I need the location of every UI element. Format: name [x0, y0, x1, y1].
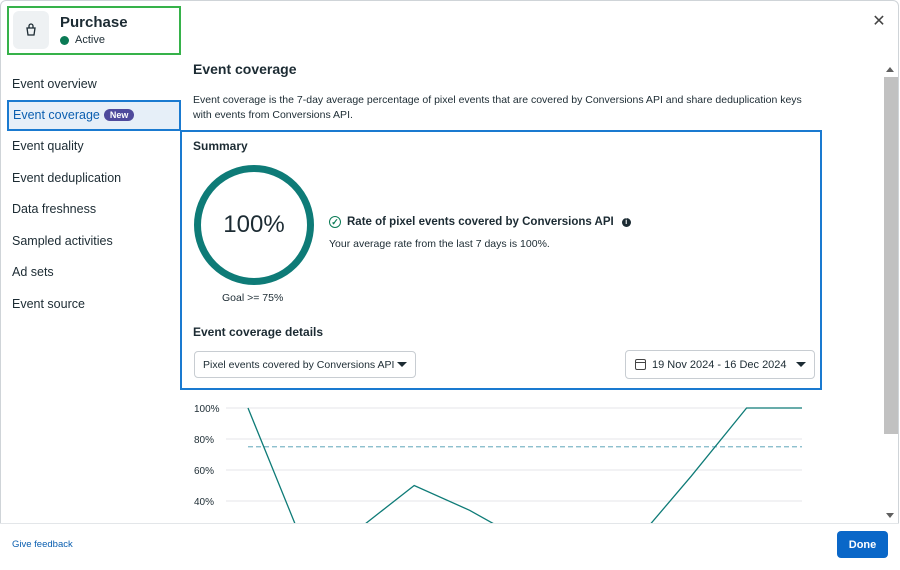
new-badge: New: [103, 109, 135, 121]
sidebar-nav: Event overview Event coverage New Event q…: [0, 68, 183, 320]
event-name: Purchase: [60, 14, 128, 31]
metric-dropdown-value: Pixel events covered by Conversions API: [203, 358, 395, 371]
sidebar-item-event-source[interactable]: Event source: [0, 288, 183, 320]
rate-description: Your average rate from the last 7 days i…: [329, 238, 550, 250]
dialog-footer: [0, 523, 899, 570]
caret-down-icon: [397, 362, 407, 367]
coverage-series-line: [247, 407, 802, 524]
give-feedback-link[interactable]: Give feedback: [12, 539, 73, 550]
rate-title: Rate of pixel events covered by Conversi…: [347, 216, 614, 228]
calendar-icon: [635, 359, 646, 370]
shopping-bag-icon: [13, 11, 49, 49]
rate-heading: ✓ Rate of pixel events covered by Conver…: [329, 216, 631, 228]
sidebar-item-label: Event source: [12, 296, 85, 311]
sidebar-item-label: Event quality: [12, 139, 84, 154]
summary-title: Summary: [193, 139, 248, 153]
coverage-value: 100%: [223, 211, 285, 238]
coverage-ring: 100%: [194, 165, 314, 285]
sidebar-item-label: Data freshness: [12, 202, 97, 217]
page-description: Event coverage is the 7-day average perc…: [193, 94, 802, 121]
caret-down-icon: [796, 362, 806, 367]
sidebar-item-event-overview[interactable]: Event overview: [0, 68, 183, 100]
goal-label: Goal >= 75%: [222, 292, 284, 304]
close-icon[interactable]: ✕: [870, 12, 888, 30]
y-tick-label: 40%: [194, 497, 214, 508]
check-circle-icon: ✓: [329, 216, 341, 228]
sidebar-item-sampled-activities[interactable]: Sampled activities: [0, 225, 183, 257]
scroll-down-icon[interactable]: [886, 513, 894, 518]
coverage-chart-svg: 100% 80% 60% 40%: [194, 404, 802, 524]
done-button[interactable]: Done: [837, 531, 888, 558]
date-range-picker[interactable]: 19 Nov 2024 - 16 Dec 2024: [625, 350, 815, 379]
sidebar-item-event-quality[interactable]: Event quality: [0, 131, 183, 163]
sidebar-item-label: Event deduplication: [12, 170, 122, 185]
status-indicator: Active: [60, 34, 105, 46]
details-title: Event coverage details: [193, 325, 324, 339]
sidebar-item-label: Event overview: [12, 76, 97, 91]
y-tick-label: 60%: [194, 466, 214, 477]
status-label: Active: [75, 34, 105, 46]
y-tick-label: 80%: [194, 435, 214, 446]
info-icon[interactable]: i: [621, 217, 631, 227]
sidebar-item-data-freshness[interactable]: Data freshness: [0, 194, 183, 226]
scroll-up-icon[interactable]: [886, 67, 894, 72]
sidebar-item-ad-sets[interactable]: Ad sets: [0, 257, 183, 289]
sidebar-item-label: Sampled activities: [12, 233, 113, 248]
sidebar-item-label: Event coverage: [13, 108, 100, 122]
coverage-chart: 100% 80% 60% 40%: [186, 396, 826, 524]
metric-dropdown[interactable]: Pixel events covered by Conversions API: [194, 351, 416, 378]
sidebar-item-label: Ad sets: [12, 265, 54, 280]
date-range-value: 19 Nov 2024 - 16 Dec 2024: [652, 358, 787, 371]
page-title: Event coverage: [193, 61, 297, 77]
y-tick-label: 100%: [194, 404, 220, 415]
sidebar-item-event-coverage[interactable]: Event coverage New: [7, 99, 181, 131]
status-dot-icon: [60, 35, 69, 45]
sidebar-item-event-deduplication[interactable]: Event deduplication: [0, 162, 183, 194]
scrollbar-thumb[interactable]: [884, 77, 898, 434]
